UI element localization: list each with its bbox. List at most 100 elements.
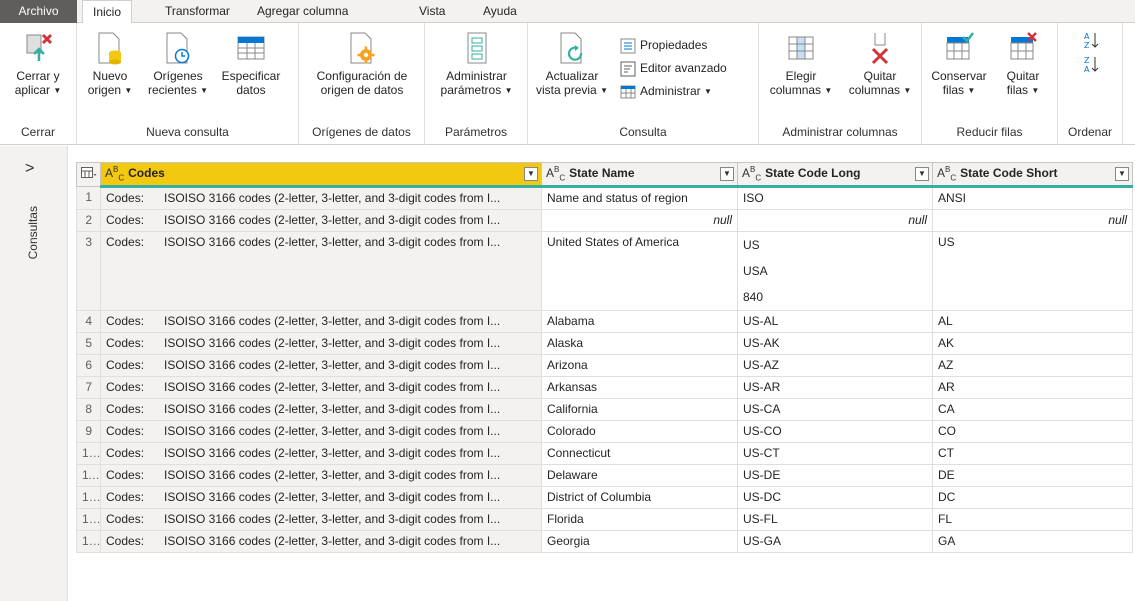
cell-state-code-short[interactable]: AK (932, 332, 1133, 355)
recent-sources-button[interactable]: Orígenes recientes ▼ (147, 31, 209, 98)
source-settings-button[interactable]: Configuración de origen de datos (305, 31, 419, 97)
cell-codes[interactable]: Codes: ISOISO 3166 codes (2-letter, 3-let… (100, 332, 542, 355)
cell-state-code-short[interactable]: ANSI (932, 186, 1133, 210)
cell-state-code-long[interactable]: US-DE (737, 464, 933, 487)
cell-state-code-long[interactable]: US-CO (737, 420, 933, 443)
cell-codes[interactable]: Codes: ISOISO 3166 codes (2-letter, 3-let… (100, 442, 542, 465)
choose-columns-button[interactable]: Elegir columnas ▼ (765, 31, 837, 98)
column-header-state-code-short[interactable]: ABC State Code Short ▼ (932, 162, 1133, 188)
cell-state-name[interactable]: California (541, 398, 738, 421)
cell-codes[interactable]: Codes: ISOISO 3166 codes (2-letter, 3-let… (100, 398, 542, 421)
advanced-editor-button[interactable]: Editor avanzado (620, 58, 727, 78)
enter-data-button[interactable]: Especificar datos (217, 31, 285, 97)
cell-codes[interactable]: Codes: ISOISO 3166 codes (2-letter, 3-let… (100, 186, 542, 210)
row-number[interactable]: 1 (76, 186, 101, 210)
row-number[interactable]: 6 (76, 354, 101, 377)
cell-state-code-long[interactable]: US-AZ (737, 354, 933, 377)
cell-state-code-long[interactable]: US-DC (737, 486, 933, 509)
cell-state-code-long[interactable]: ISO (737, 186, 933, 210)
cell-codes[interactable]: Codes: ISOISO 3166 codes (2-letter, 3-let… (100, 530, 542, 553)
tab-add-column[interactable]: Agregar columna (257, 0, 348, 23)
row-number[interactable]: 13 (76, 508, 101, 531)
cell-state-code-short[interactable]: DC (932, 486, 1133, 509)
row-number[interactable]: 3 (76, 231, 101, 311)
cell-state-name[interactable]: null (541, 209, 738, 232)
cell-state-name[interactable]: Arizona (541, 354, 738, 377)
cell-state-code-short[interactable]: AL (932, 310, 1133, 333)
row-number[interactable]: 7 (76, 376, 101, 399)
manage-query-button[interactable]: Administrar ▼ (620, 81, 712, 101)
cell-state-code-short[interactable]: CT (932, 442, 1133, 465)
remove-columns-button[interactable]: Quitar columnas ▼ (843, 31, 917, 98)
cell-state-code-long[interactable]: US USA 840 (737, 231, 933, 311)
cell-state-code-short[interactable]: AR (932, 376, 1133, 399)
cell-state-name[interactable]: Name and status of region (541, 186, 738, 210)
column-header-codes[interactable]: ABC Codes ▼ (100, 162, 542, 188)
cell-state-code-long[interactable]: US-AK (737, 332, 933, 355)
cell-state-code-short[interactable]: DE (932, 464, 1133, 487)
column-header-state-name[interactable]: ABC State Name ▼ (541, 162, 738, 188)
sort-descending-button[interactable]: Z A (1084, 53, 1104, 74)
cell-state-code-long[interactable]: US-AL (737, 310, 933, 333)
cell-codes[interactable]: Codes: ISOISO 3166 codes (2-letter, 3-let… (100, 508, 542, 531)
cell-state-code-short[interactable]: US (932, 231, 1133, 311)
tab-file[interactable]: Archivo (0, 0, 77, 23)
cell-state-code-long[interactable]: US-FL (737, 508, 933, 531)
cell-codes[interactable]: Codes: ISOISO 3166 codes (2-letter, 3-let… (100, 420, 542, 443)
tab-view[interactable]: Vista (419, 0, 445, 23)
table-menu-button[interactable] (76, 162, 101, 187)
cell-state-name[interactable]: Alabama (541, 310, 738, 333)
cell-state-name[interactable]: Alaska (541, 332, 738, 355)
sort-ascending-button[interactable]: A Z (1084, 29, 1104, 50)
close-apply-button[interactable]: Cerrar y aplicar ▼ (4, 31, 72, 98)
column-filter-dropdown-icon[interactable]: ▼ (524, 167, 538, 181)
text-type-icon[interactable]: ABC (105, 165, 124, 182)
column-header-state-code-long[interactable]: ABC State Code Long ▼ (737, 162, 933, 188)
column-filter-dropdown-icon[interactable]: ▼ (915, 167, 929, 181)
cell-codes[interactable]: Codes: ISOISO 3166 codes (2-letter, 3-let… (100, 486, 542, 509)
cell-state-code-short[interactable]: CA (932, 398, 1133, 421)
properties-button[interactable]: Propiedades (620, 35, 707, 55)
cell-state-code-long[interactable]: US-CA (737, 398, 933, 421)
cell-codes[interactable]: Codes: ISOISO 3166 codes (2-letter, 3-let… (100, 376, 542, 399)
cell-state-code-short[interactable]: AZ (932, 354, 1133, 377)
cell-state-code-short[interactable]: FL (932, 508, 1133, 531)
cell-state-name[interactable]: United States of America (541, 231, 738, 311)
cell-state-code-long[interactable]: US-GA (737, 530, 933, 553)
row-number[interactable]: 2 (76, 209, 101, 232)
row-number[interactable]: 10 (76, 442, 101, 465)
cell-state-name[interactable]: Florida (541, 508, 738, 531)
cell-state-code-long[interactable]: null (737, 209, 933, 232)
text-type-icon[interactable]: ABC (742, 165, 761, 182)
queries-pane-label[interactable]: Consultas (26, 206, 40, 259)
cell-state-name[interactable]: District of Columbia (541, 486, 738, 509)
cell-codes[interactable]: Codes: ISOISO 3166 codes (2-letter, 3-let… (100, 209, 542, 232)
row-number[interactable]: 12 (76, 486, 101, 509)
column-filter-dropdown-icon[interactable]: ▼ (1115, 167, 1129, 181)
cell-state-code-long[interactable]: US-AR (737, 376, 933, 399)
cell-state-name[interactable]: Connecticut (541, 442, 738, 465)
cell-codes[interactable]: Codes: ISOISO 3166 codes (2-letter, 3-let… (100, 310, 542, 333)
keep-rows-button[interactable]: Conservar filas ▼ (928, 31, 990, 98)
cell-codes[interactable]: Codes: ISOISO 3166 codes (2-letter, 3-let… (100, 231, 542, 311)
expand-queries-chevron-icon[interactable]: > (25, 160, 34, 178)
manage-parameters-button[interactable]: Administrar parámetros ▼ (427, 31, 526, 98)
cell-codes[interactable]: Codes: ISOISO 3166 codes (2-letter, 3-let… (100, 464, 542, 487)
cell-state-name[interactable]: Arkansas (541, 376, 738, 399)
row-number[interactable]: 8 (76, 398, 101, 421)
cell-state-code-short[interactable]: GA (932, 530, 1133, 553)
cell-state-name[interactable]: Delaware (541, 464, 738, 487)
refresh-preview-button[interactable]: Actualizar vista previa ▼ (534, 31, 610, 98)
row-number[interactable]: 14 (76, 530, 101, 553)
new-source-button[interactable]: Nuevo origen ▼ (85, 31, 135, 98)
row-number[interactable]: 5 (76, 332, 101, 355)
row-number[interactable]: 4 (76, 310, 101, 333)
cell-state-name[interactable]: Georgia (541, 530, 738, 553)
column-filter-dropdown-icon[interactable]: ▼ (720, 167, 734, 181)
row-number[interactable]: 11 (76, 464, 101, 487)
cell-state-code-short[interactable]: null (932, 209, 1133, 232)
tab-help[interactable]: Ayuda (483, 0, 517, 23)
row-number[interactable]: 9 (76, 420, 101, 443)
remove-rows-button[interactable]: Quitar filas ▼ (994, 31, 1052, 98)
tab-transform[interactable]: Transformar (165, 0, 230, 23)
